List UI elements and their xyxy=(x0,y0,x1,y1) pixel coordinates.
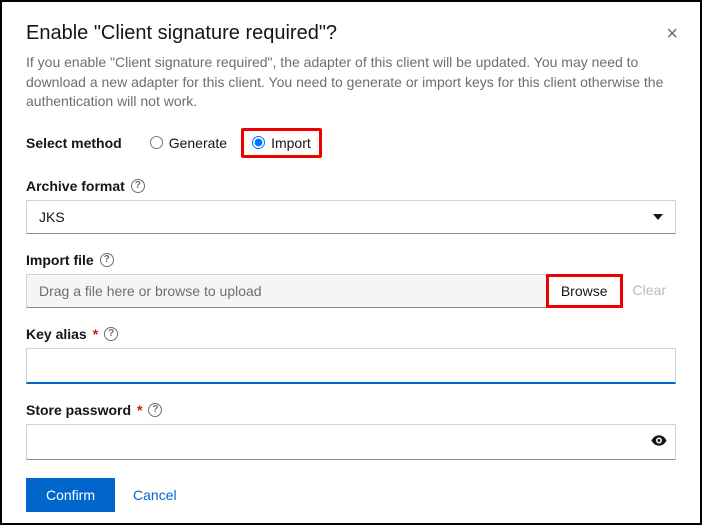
store-password-block: Store password * ? xyxy=(26,402,676,460)
confirm-button[interactable]: Confirm xyxy=(26,478,115,512)
method-radio-group: Generate Import xyxy=(150,128,322,158)
key-alias-label-text: Key alias xyxy=(26,326,87,342)
highlight-browse: Browse xyxy=(546,274,623,308)
method-row: Select method Generate Import xyxy=(26,128,676,158)
store-password-label-text: Store password xyxy=(26,402,131,418)
radio-generate-input[interactable] xyxy=(150,136,163,149)
method-label: Select method xyxy=(26,135,122,151)
dialog: × Enable "Client signature required"? If… xyxy=(0,0,702,525)
help-icon[interactable]: ? xyxy=(148,403,162,417)
dialog-title: Enable "Client signature required"? xyxy=(26,22,676,45)
store-password-wrap xyxy=(26,424,676,460)
chevron-down-icon xyxy=(653,214,663,220)
store-password-label: Store password * ? xyxy=(26,402,676,418)
key-alias-label: Key alias * ? xyxy=(26,326,676,342)
archive-format-label: Archive format ? xyxy=(26,178,676,194)
archive-format-label-text: Archive format xyxy=(26,178,125,194)
eye-icon[interactable] xyxy=(650,431,668,452)
import-file-row: Drag a file here or browse to upload Bro… xyxy=(26,274,676,308)
radio-import-label: Import xyxy=(271,135,311,151)
import-file-block: Import file ? Drag a file here or browse… xyxy=(26,252,676,308)
import-file-label: Import file ? xyxy=(26,252,676,268)
archive-format-select[interactable]: JKS xyxy=(26,200,676,234)
highlight-import: Import xyxy=(241,128,322,158)
file-drop-area[interactable]: Drag a file here or browse to upload xyxy=(26,274,547,308)
dialog-description: If you enable "Client signature required… xyxy=(26,53,676,112)
store-password-input[interactable] xyxy=(26,424,676,460)
clear-button[interactable]: Clear xyxy=(623,274,676,308)
help-icon[interactable]: ? xyxy=(100,253,114,267)
import-file-label-text: Import file xyxy=(26,252,94,268)
required-marker: * xyxy=(137,402,142,418)
archive-format-block: Archive format ? JKS xyxy=(26,178,676,234)
archive-format-value: JKS xyxy=(39,209,65,225)
file-drop-placeholder: Drag a file here or browse to upload xyxy=(39,283,262,299)
key-alias-block: Key alias * ? xyxy=(26,326,676,384)
close-icon[interactable]: × xyxy=(666,24,678,44)
radio-generate-label: Generate xyxy=(169,135,227,151)
cancel-button[interactable]: Cancel xyxy=(133,487,177,503)
help-icon[interactable]: ? xyxy=(131,179,145,193)
browse-button[interactable]: Browse xyxy=(553,279,616,303)
radio-import[interactable]: Import xyxy=(252,135,311,151)
required-marker: * xyxy=(93,326,98,342)
radio-import-input[interactable] xyxy=(252,136,265,149)
radio-generate[interactable]: Generate xyxy=(150,135,227,151)
key-alias-input[interactable] xyxy=(26,348,676,384)
dialog-footer: Confirm Cancel xyxy=(26,478,676,512)
help-icon[interactable]: ? xyxy=(104,327,118,341)
